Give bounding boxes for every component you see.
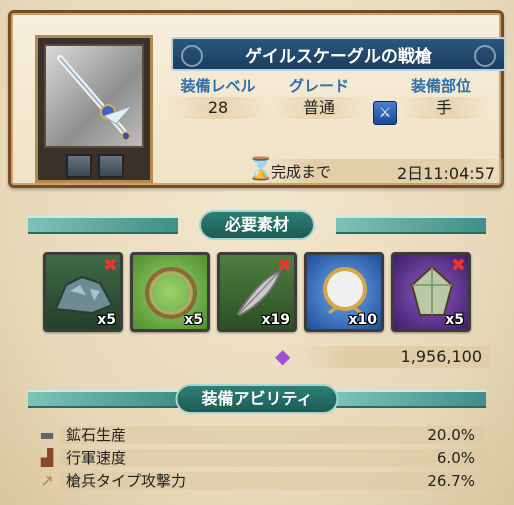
item-name-banner: ゲイルスケーグルの戦槍 xyxy=(171,37,506,71)
ore-rock-icon xyxy=(54,275,114,315)
timer-value: 2日11:04:57 xyxy=(396,164,495,183)
socket-slot-2[interactable] xyxy=(98,154,124,178)
material-count: x5 xyxy=(97,312,116,328)
material-count: x10 xyxy=(348,312,377,328)
ability-row: ▬ 鉱石生産 20.0% xyxy=(30,424,485,446)
ability-row: ↗ 槍兵タイプ攻撃力 26.7% xyxy=(30,470,485,492)
cost-bar: 1,956,100 xyxy=(300,346,490,368)
header-ornament-left xyxy=(28,216,178,234)
ability-name: 鉱石生産 xyxy=(66,426,127,444)
ability-name: 行軍速度 xyxy=(66,449,127,467)
material-feather[interactable]: ✖ x19 xyxy=(217,252,297,332)
missing-mark: ✖ xyxy=(102,255,118,276)
slot-value: 手 xyxy=(395,97,493,119)
level-label: 装備レベル xyxy=(180,77,256,95)
grade-value: 普通 xyxy=(267,97,371,119)
ability-value: 6.0% xyxy=(436,449,475,467)
equipment-info-panel: ゲイルスケーグルの戦槍 装備レベル 28 グレード 普通 装備部位 ⚔ 手 ⌛ … xyxy=(8,10,506,188)
header-ornament-left xyxy=(28,390,178,408)
socket-slot-1[interactable] xyxy=(66,154,92,178)
ability-value: 20.0% xyxy=(427,426,475,444)
material-wreath[interactable]: x5 xyxy=(130,252,210,332)
hand-slot-icon: ⚔ xyxy=(373,101,397,125)
boot-icon: ▟ xyxy=(40,448,54,467)
abilities-header: 装備アビリティ xyxy=(28,384,486,414)
ability-value: 26.7% xyxy=(427,472,475,490)
material-ore[interactable]: ✖ x5 xyxy=(43,252,123,332)
material-count: x5 xyxy=(445,312,464,328)
ability-row: ▟ 行軍速度 6.0% xyxy=(30,447,485,469)
header-ornament-right xyxy=(336,390,486,408)
missing-mark: ✖ xyxy=(276,255,292,276)
spear-icon: ↗ xyxy=(40,471,54,490)
header-ornament-right xyxy=(336,216,486,234)
missing-mark: ✖ xyxy=(450,255,466,276)
material-crystal[interactable]: ✖ x5 xyxy=(391,252,471,332)
gem-icon: ◆ xyxy=(275,344,291,368)
materials-header: 必要素材 xyxy=(28,210,486,240)
level-value: 28 xyxy=(165,97,271,119)
item-portrait-frame[interactable] xyxy=(35,35,153,183)
item-name: ゲイルスケーグルの戦槍 xyxy=(245,46,432,67)
timer-bar: 完成まで 2日11:04:57 xyxy=(269,159,503,183)
banner-ornament-right xyxy=(474,45,496,67)
anvil-icon: ▬ xyxy=(39,425,55,444)
material-count: x5 xyxy=(184,312,203,328)
ability-name: 槍兵タイプ攻撃力 xyxy=(66,472,187,490)
material-count: x19 xyxy=(261,312,290,328)
slot-label: 装備部位 xyxy=(410,77,471,95)
cost-value: 1,956,100 xyxy=(400,347,482,366)
material-mirror[interactable]: x10 xyxy=(304,252,384,332)
timer-label: 完成まで xyxy=(271,163,332,181)
grade-label: グレード xyxy=(288,77,349,95)
hourglass-icon: ⌛ xyxy=(247,157,275,182)
banner-ornament-left xyxy=(181,45,203,67)
abilities-title: 装備アビリティ xyxy=(175,384,339,414)
spear-icon xyxy=(44,44,144,148)
materials-title: 必要素材 xyxy=(198,210,316,240)
